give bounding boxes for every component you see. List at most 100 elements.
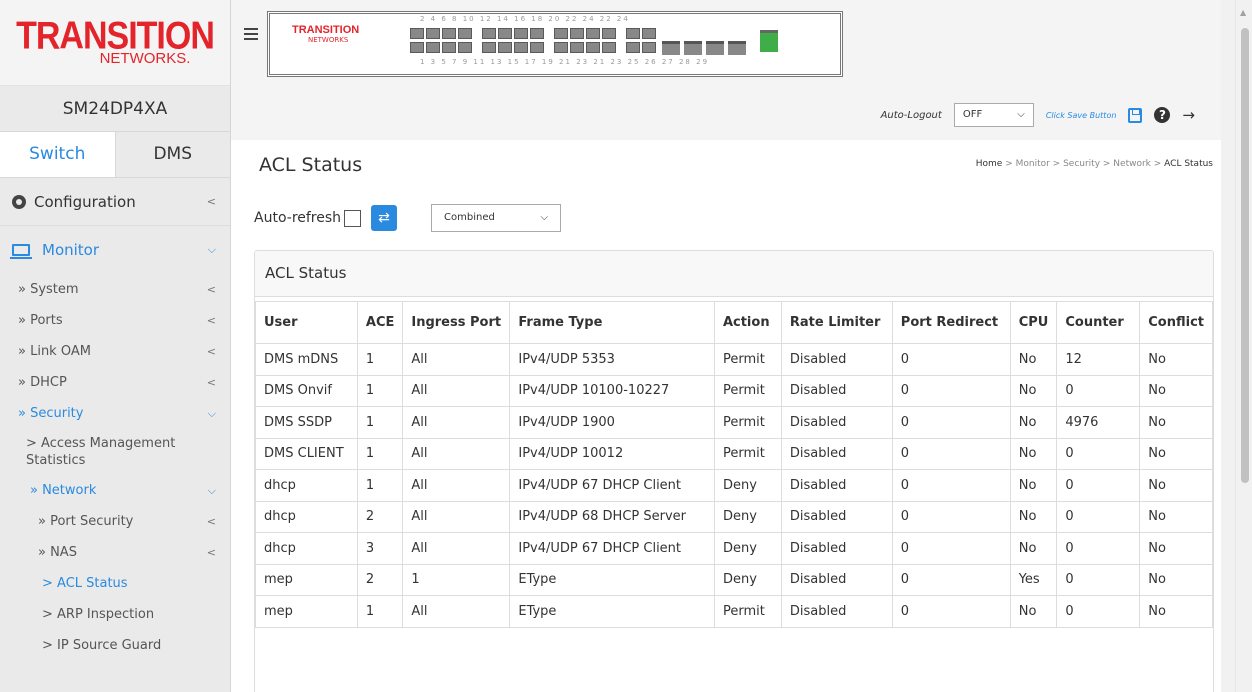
vertical-scrollbar[interactable]: ▲ xyxy=(1235,0,1252,692)
port-icon[interactable] xyxy=(554,42,568,53)
table-cell: No xyxy=(1139,563,1213,596)
port-icon[interactable] xyxy=(442,28,456,39)
auto-refresh-checkbox[interactable] xyxy=(344,209,362,227)
table-cell: EType xyxy=(509,595,715,628)
sidebar-item-arp-inspection[interactable]: > ARP Inspection xyxy=(0,599,230,630)
sidebar-item-label: > ACL Status xyxy=(42,576,128,591)
sidebar-item-security[interactable]: » Security ⌵ xyxy=(0,398,230,429)
device-name: SM24DP4XA xyxy=(0,85,230,131)
table-cell: 0 xyxy=(891,532,1011,565)
port-icon[interactable] xyxy=(530,28,544,39)
sidebar-item-configuration[interactable]: Configuration < xyxy=(0,178,230,226)
panel-logo-sub: NETWORKS xyxy=(308,36,349,44)
port-icon[interactable] xyxy=(586,28,600,39)
help-icon[interactable]: ? xyxy=(1154,107,1171,123)
table-cell: 1 xyxy=(402,563,511,596)
port-icon[interactable] xyxy=(554,28,568,39)
table-cell: No xyxy=(1009,595,1058,628)
column-header: Conflict xyxy=(1139,301,1213,344)
table-cell: 0 xyxy=(1056,563,1141,596)
sidebar-item-dhcp[interactable]: » DHCP < xyxy=(0,367,230,398)
sidebar-item-monitor[interactable]: Monitor ⌵ xyxy=(0,226,230,274)
column-header: Port Redirect xyxy=(891,301,1011,344)
port-icon[interactable] xyxy=(442,42,456,53)
brand-logo[interactable]: TRANSITION NETWORKS. xyxy=(0,0,230,85)
port-icon[interactable] xyxy=(410,28,424,39)
port-icon[interactable] xyxy=(626,42,640,53)
port-icon[interactable] xyxy=(586,42,600,53)
card-title: ACL Status xyxy=(255,251,1213,297)
table-cell: Disabled xyxy=(780,563,893,596)
table-cell: dhcp xyxy=(255,500,358,533)
sfp-port-icon[interactable] xyxy=(706,41,724,55)
page-title: ACL Status xyxy=(259,154,363,176)
save-icon[interactable] xyxy=(1128,107,1143,123)
port-icon[interactable] xyxy=(498,42,512,53)
port-icon[interactable] xyxy=(530,42,544,53)
table-row: dhcp 3 All IPv4/UDP 67 DHCP Client Deny Disab… xyxy=(255,532,1213,565)
logout-icon[interactable]: → xyxy=(1182,106,1195,124)
sidebar-item-system[interactable]: » System < xyxy=(0,274,230,305)
table-cell: Permit xyxy=(713,374,782,407)
sidebar-item-ip-source-guard[interactable]: > IP Source Guard xyxy=(0,630,230,661)
chevron-left-icon: < xyxy=(206,546,216,559)
hamburger-menu-icon[interactable] xyxy=(244,28,258,43)
refresh-button[interactable]: ⇄ xyxy=(371,205,398,231)
sidebar-item-label: » Port Security xyxy=(38,514,134,529)
table-cell: 0 xyxy=(891,343,1011,376)
table-cell: All xyxy=(402,374,511,407)
table-cell: Disabled xyxy=(780,437,893,470)
sfp-port-icon[interactable] xyxy=(728,41,746,55)
tab-switch[interactable]: Switch xyxy=(0,132,116,177)
sfp-port-active-icon[interactable] xyxy=(760,30,778,52)
port-icon[interactable] xyxy=(642,42,656,53)
port-icon[interactable] xyxy=(514,42,528,53)
port-icon[interactable] xyxy=(514,28,528,39)
port-icon[interactable] xyxy=(458,42,472,53)
breadcrumb-home[interactable]: Home xyxy=(976,159,1003,169)
port-icon[interactable] xyxy=(570,42,584,53)
table-cell: No xyxy=(1009,343,1058,376)
port-icon[interactable] xyxy=(426,42,440,53)
column-header: Action xyxy=(713,301,782,344)
port-icon[interactable] xyxy=(426,28,440,39)
auto-logout-select[interactable]: OFF ⌵ xyxy=(953,103,1034,127)
port-icon[interactable] xyxy=(410,42,424,53)
sidebar-item-nas[interactable]: » NAS < xyxy=(0,537,230,568)
breadcrumb: Home > Monitor > Security > Network > AC… xyxy=(976,159,1213,169)
sidebar-item-network[interactable]: » Network ⌵ xyxy=(0,475,230,506)
sfp-port-icon[interactable] xyxy=(662,41,680,55)
table-cell: Permit xyxy=(713,406,782,439)
sidebar-item-access-management-statistics[interactable]: > Access Management Statistics xyxy=(0,429,200,475)
port-icon[interactable] xyxy=(482,28,496,39)
scrollbar-thumb[interactable] xyxy=(1241,28,1249,483)
table-cell: DMS CLIENT xyxy=(255,437,358,470)
port-icon[interactable] xyxy=(570,28,584,39)
save-link[interactable]: Click Save Button xyxy=(1046,111,1117,120)
scroll-up-arrow-icon[interactable]: ▲ xyxy=(1240,8,1246,17)
table-cell: Disabled xyxy=(780,374,893,407)
sidebar-item-port-security[interactable]: » Port Security < xyxy=(0,506,230,537)
table-cell: 1 xyxy=(356,406,404,439)
filter-select[interactable]: Combined ⌵ xyxy=(431,204,562,232)
table-cell: No xyxy=(1139,343,1213,376)
sidebar-item-link-oam[interactable]: » Link OAM < xyxy=(0,336,230,367)
table-cell: IPv4/UDP 1900 xyxy=(509,406,715,439)
port-icon[interactable] xyxy=(482,42,496,53)
sidebar-item-acl-status[interactable]: > ACL Status xyxy=(0,568,230,599)
column-header: ACE xyxy=(356,301,404,344)
port-icon[interactable] xyxy=(602,28,616,39)
port-icon[interactable] xyxy=(458,28,472,39)
chevron-left-icon: < xyxy=(206,515,216,528)
table-row: DMS mDNS 1 All IPv4/UDP 5353 Permit Disabled 0… xyxy=(255,343,1213,376)
sidebar: TRANSITION NETWORKS. SM24DP4XA Switch DM… xyxy=(0,0,231,692)
port-icon[interactable] xyxy=(626,28,640,39)
port-icon[interactable] xyxy=(642,28,656,39)
sidebar-item-ports[interactable]: » Ports < xyxy=(0,305,230,336)
port-icon[interactable] xyxy=(498,28,512,39)
table-cell: Disabled xyxy=(780,406,893,439)
tab-dms[interactable]: DMS xyxy=(116,132,231,177)
port-icon[interactable] xyxy=(602,42,616,53)
table-cell: 0 xyxy=(891,469,1011,502)
sfp-port-icon[interactable] xyxy=(684,41,702,55)
